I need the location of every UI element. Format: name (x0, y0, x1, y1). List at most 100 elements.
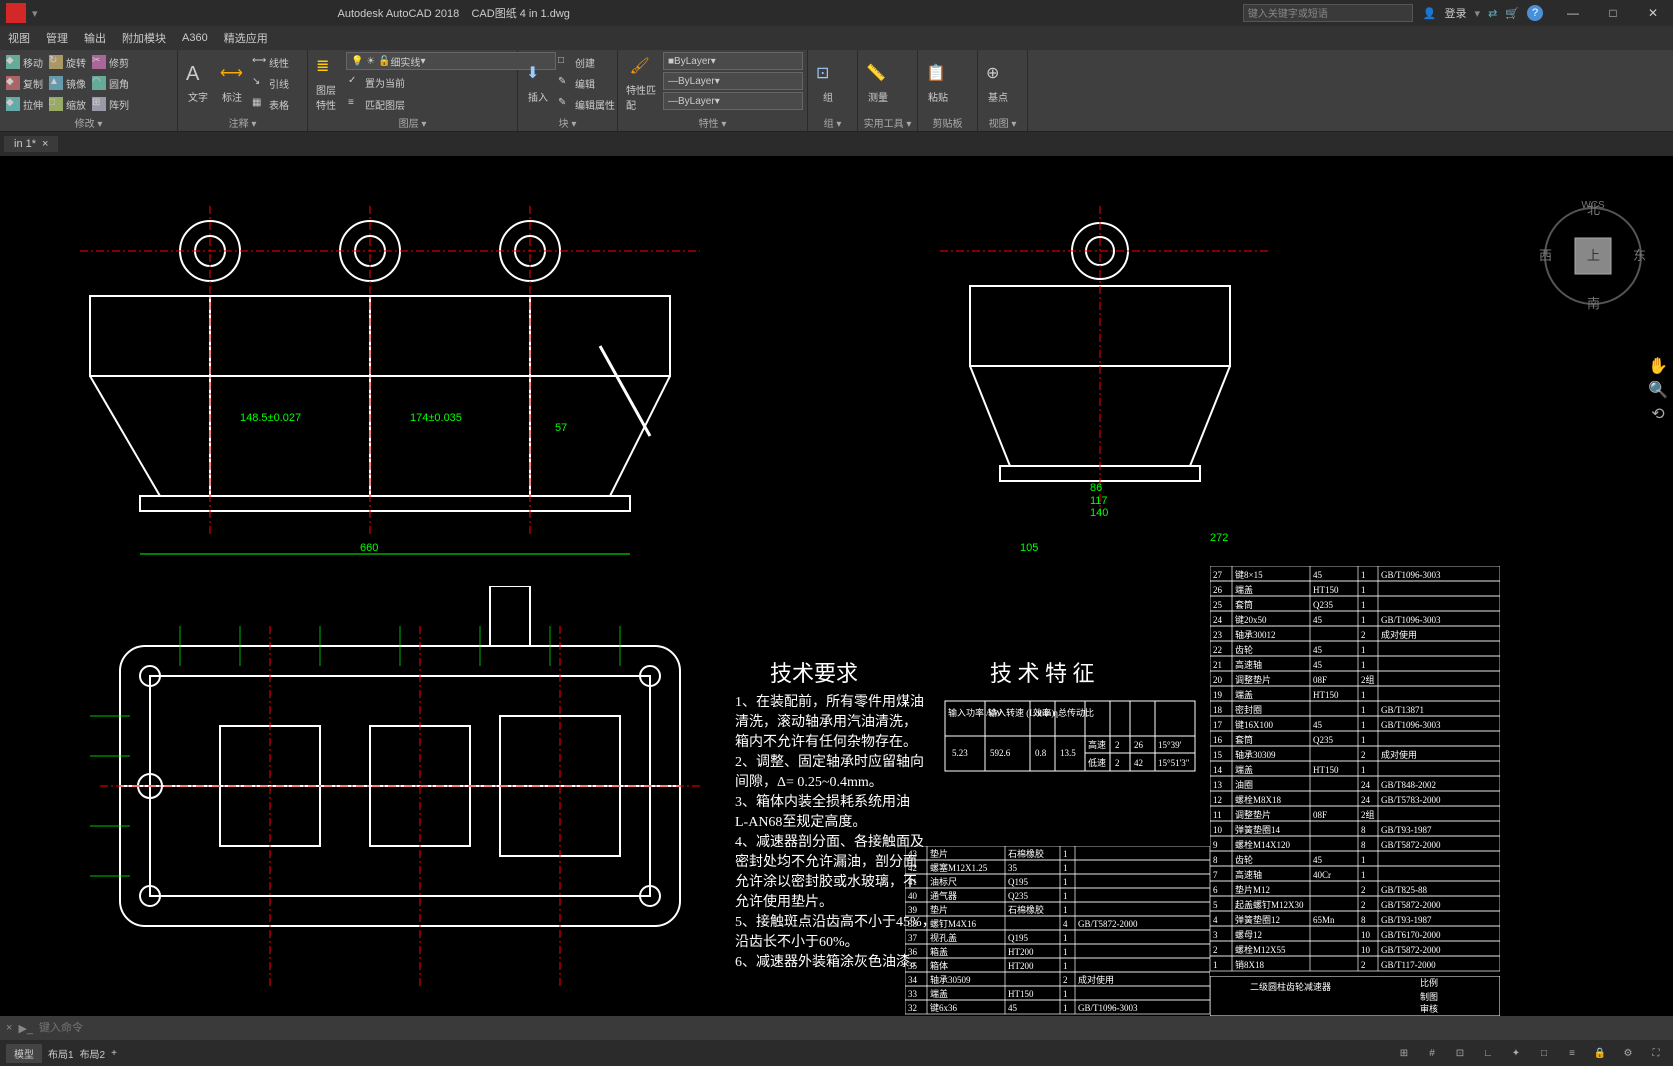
login-button[interactable]: 登录 (1445, 5, 1467, 21)
svg-text:2: 2 (1213, 945, 1218, 955)
minimize-button[interactable]: — (1553, 0, 1593, 26)
menu-featured[interactable]: 精选应用 (224, 30, 268, 46)
svg-text:32: 32 (908, 1003, 917, 1013)
menu-addins[interactable]: 附加模块 (122, 30, 166, 46)
sb-ortho-icon[interactable]: ∟ (1477, 1043, 1499, 1063)
panel-annotate: A文字 ⟷标注 ⟷线性 ↘引线 ▦表格 注释 ▾ (178, 50, 308, 131)
trim-button[interactable]: ✂修剪 (90, 52, 131, 72)
svg-text:GB/T5872-2000: GB/T5872-2000 (1381, 840, 1441, 850)
linear-button[interactable]: ⟷线性 (250, 52, 291, 72)
svg-text:端盖: 端盖 (1235, 764, 1253, 775)
svg-text:86: 86 (1090, 482, 1102, 494)
svg-text:L-AN68至规定高度。: L-AN68至规定高度。 (735, 813, 866, 830)
orbit-icon[interactable]: ⟲ (1647, 404, 1669, 424)
help-icon[interactable]: ? (1527, 5, 1543, 21)
menu-output[interactable]: 输出 (84, 30, 106, 46)
layer-properties-button[interactable]: ≣图层特性 (312, 52, 344, 115)
svg-text:GB/T5872-2000: GB/T5872-2000 (1381, 945, 1441, 955)
svg-text:13.5: 13.5 (1060, 748, 1076, 758)
command-input[interactable] (39, 1022, 1673, 1034)
svg-text:上: 上 (1587, 248, 1600, 263)
svg-text:Q235: Q235 (1313, 600, 1333, 610)
edit-attr-button[interactable]: ✎编辑属性 (556, 94, 617, 114)
stretch-button[interactable]: ◆拉伸 (4, 94, 45, 114)
array-button[interactable]: ⊞阵列 (90, 94, 131, 114)
pan-icon[interactable]: ✋ (1647, 356, 1669, 376)
svg-text:1、在装配前，所有零件用煤油: 1、在装配前，所有零件用煤油 (735, 693, 924, 710)
svg-text:22: 22 (1213, 645, 1222, 655)
tab-layout2[interactable]: 布局2 (80, 1046, 106, 1061)
paste-button[interactable]: 📋粘贴 (922, 52, 954, 115)
copy-button[interactable]: ◆复制 (4, 73, 45, 93)
svg-text:37: 37 (908, 933, 918, 943)
menu-a360[interactable]: A360 (182, 32, 208, 44)
match-props-button[interactable]: 🖌特性匹配 (622, 52, 661, 115)
svg-text:2: 2 (1361, 750, 1366, 760)
svg-text:GB/T1096-3003: GB/T1096-3003 (1381, 570, 1441, 580)
close-button[interactable]: ✕ (1633, 0, 1673, 26)
menu-view[interactable]: 视图 (8, 30, 30, 46)
sb-fullscreen-icon[interactable]: ⛶ (1645, 1043, 1667, 1063)
close-cmd-icon[interactable]: × (6, 1022, 12, 1034)
dimension-button[interactable]: ⟷标注 (216, 52, 248, 115)
tab-layout1[interactable]: 布局1 (48, 1046, 74, 1061)
view-cube[interactable]: 上 北 南 东 西 WCS (1533, 196, 1653, 316)
sb-snap-icon[interactable]: ⊡ (1449, 1043, 1471, 1063)
color-dropdown[interactable]: ■ ByLayer ▾ (663, 52, 803, 70)
svg-text:北: 北 (1587, 202, 1600, 217)
cart-icon[interactable]: 🛒 (1505, 7, 1519, 20)
drawing-canvas[interactable]: 148.5±0.027 174±0.035 57 660 360 86 117 … (0, 156, 1673, 1016)
mirror-button[interactable]: ▲镜像 (47, 73, 88, 93)
text-button[interactable]: A文字 (182, 52, 214, 115)
svg-text:垫片: 垫片 (930, 904, 948, 915)
zoom-icon[interactable]: 🔍 (1647, 380, 1669, 400)
rotate-button[interactable]: ↻旋转 (47, 52, 88, 72)
basepoint-button[interactable]: ⊕基点 (982, 52, 1014, 115)
lineweight-dropdown[interactable]: — ByLayer ▾ (663, 92, 803, 110)
maximize-button[interactable]: □ (1593, 0, 1633, 26)
measure-button[interactable]: 📏测量 (862, 52, 894, 115)
autocad-logo-icon[interactable] (6, 3, 26, 23)
svg-text:箱盖: 箱盖 (930, 946, 948, 957)
svg-text:1: 1 (1361, 735, 1366, 745)
layer-current-button[interactable]: ✓置为当前 (346, 72, 407, 92)
svg-text:1: 1 (1361, 705, 1366, 715)
leader-button[interactable]: ↘引线 (250, 73, 291, 93)
linetype-dropdown[interactable]: — ByLayer ▾ (663, 72, 803, 90)
ribbon: ◆移动 ◆复制 ◆拉伸 ↻旋转 ▲镜像 □缩放 ✂修剪 ◠圆角 ⊞阵列 修改 ▾… (0, 50, 1673, 132)
group-button[interactable]: ⊡组 (812, 52, 844, 115)
menu-manage[interactable]: 管理 (46, 30, 68, 46)
scale-button[interactable]: □缩放 (47, 94, 88, 114)
svg-text:16: 16 (1213, 735, 1223, 745)
add-layout-icon[interactable]: + (111, 1048, 117, 1059)
svg-text:174±0.035: 174±0.035 (410, 412, 462, 424)
fillet-button[interactable]: ◠圆角 (90, 73, 131, 93)
command-line[interactable]: × ▶_ (0, 1016, 1673, 1040)
create-block-button[interactable]: □创建 (556, 52, 617, 72)
sb-osnap-icon[interactable]: □ (1533, 1043, 1555, 1063)
svg-text:键8×15: 键8×15 (1235, 569, 1263, 580)
sb-lineweight-icon[interactable]: ≡ (1561, 1043, 1583, 1063)
search-input[interactable]: 键入关键字或短语 (1243, 4, 1413, 22)
svg-text:1: 1 (1063, 877, 1068, 887)
panel-clipboard: 📋粘贴 剪贴板 (918, 50, 978, 131)
svg-text:20: 20 (1213, 675, 1223, 685)
edit-block-button[interactable]: ✎编辑 (556, 73, 617, 93)
file-tab[interactable]: in 1* × (4, 136, 58, 152)
svg-text:36: 36 (908, 947, 918, 957)
user-icon[interactable]: 👤 (1423, 7, 1437, 20)
sb-grid-icon[interactable]: # (1421, 1043, 1443, 1063)
tab-model[interactable]: 模型 (6, 1044, 42, 1063)
close-tab-icon[interactable]: × (42, 138, 48, 150)
insert-button[interactable]: ⬇插入 (522, 52, 554, 115)
move-button[interactable]: ◆移动 (4, 52, 45, 72)
sb-polar-icon[interactable]: ✦ (1505, 1043, 1527, 1063)
sb-anno-icon[interactable]: 🔒 (1589, 1043, 1611, 1063)
sb-model-icon[interactable]: ⊞ (1393, 1043, 1415, 1063)
sb-workspace-icon[interactable]: ⚙ (1617, 1043, 1639, 1063)
table-button[interactable]: ▦表格 (250, 94, 291, 114)
panel-block: ⬇插入 □创建 ✎编辑 ✎编辑属性 块 ▾ (518, 50, 618, 131)
svg-text:1: 1 (1361, 645, 1366, 655)
svg-text:螺栓M12X55: 螺栓M12X55 (1235, 944, 1286, 955)
exchange-icon[interactable]: ⇄ (1488, 7, 1497, 20)
